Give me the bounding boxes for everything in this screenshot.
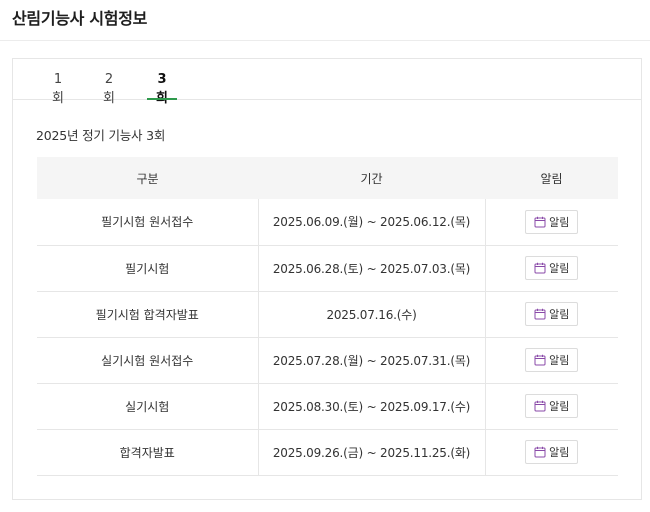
row-period: 2025.06.09.(월) ~ 2025.06.12.(목) (257, 199, 485, 246)
alarm-button[interactable]: 알림 (525, 440, 579, 464)
row-period: 2025.08.30.(토) ~ 2025.09.17.(수) (257, 383, 485, 430)
row-category: 필기시험 (37, 245, 258, 292)
alarm-label: 알림 (549, 446, 570, 459)
row-alarm-cell: 알림 (484, 383, 618, 430)
alarm-button[interactable]: 알림 (525, 302, 579, 326)
alarm-label: 알림 (549, 400, 570, 413)
alarm-button[interactable]: 알림 (525, 394, 579, 418)
alarm-label: 알림 (549, 262, 570, 275)
exam-info-card: 1회 2회 3회 2025년 정기 기능사 3회 구분 기간 알림 필기시험 원… (12, 58, 642, 500)
row-period: 2025.07.16.(수) (257, 291, 485, 338)
row-period: 2025.07.28.(월) ~ 2025.07.31.(목) (257, 337, 485, 384)
calendar-icon (534, 446, 546, 458)
row-alarm-cell: 알림 (484, 337, 618, 384)
calendar-icon (534, 308, 546, 320)
header-period: 기간 (258, 157, 485, 199)
alarm-button[interactable]: 알림 (525, 256, 579, 280)
header-alarm: 알림 (485, 157, 618, 199)
tab-round-3[interactable]: 3회 (147, 72, 177, 106)
page-header: 산림기능사 시험정보 (0, 0, 650, 41)
row-category: 필기시험 합격자발표 (37, 291, 258, 338)
schedule-body: 필기시험 원서접수 2025.06.09.(월) ~ 2025.06.12.(목… (37, 199, 618, 476)
alarm-label: 알림 (549, 354, 570, 367)
row-category: 실기시험 (37, 383, 258, 430)
row-alarm-cell: 알림 (484, 199, 618, 246)
table-row: 실기시험 2025.08.30.(토) ~ 2025.09.17.(수) 알림 (37, 383, 618, 430)
calendar-icon (534, 262, 546, 274)
row-alarm-cell: 알림 (484, 429, 618, 476)
tab-round-2[interactable]: 2회 (99, 72, 119, 106)
calendar-icon (534, 216, 546, 228)
calendar-icon (534, 400, 546, 412)
schedule-table: 구분 기간 알림 필기시험 원서접수 2025.06.09.(월) ~ 2025… (37, 157, 618, 476)
calendar-icon (534, 354, 546, 366)
table-row: 실기시험 원서접수 2025.07.28.(월) ~ 2025.07.31.(목… (37, 337, 618, 384)
round-tabs: 1회 2회 3회 (13, 59, 641, 106)
table-row: 필기시험 합격자발표 2025.07.16.(수) 알림 (37, 291, 618, 338)
row-category: 필기시험 원서접수 (37, 199, 258, 246)
header-category: 구분 (37, 157, 258, 199)
alarm-label: 알림 (549, 215, 570, 229)
alarm-label: 알림 (549, 308, 570, 321)
tab-round-1[interactable]: 1회 (48, 72, 68, 106)
table-row: 필기시험 2025.06.28.(토) ~ 2025.07.03.(목) 알림 (37, 245, 618, 292)
row-alarm-cell: 알림 (484, 245, 618, 292)
section-title: 2025년 정기 기능사 3회 (36, 128, 166, 143)
row-category: 합격자발표 (37, 429, 258, 476)
alarm-button[interactable]: 알림 (525, 209, 579, 234)
table-row: 필기시험 원서접수 2025.06.09.(월) ~ 2025.06.12.(목… (37, 199, 618, 246)
table-header-row: 구분 기간 알림 (37, 157, 618, 199)
row-period: 2025.09.26.(금) ~ 2025.11.25.(화) (257, 429, 485, 476)
page-title: 산림기능사 시험정보 (12, 9, 148, 28)
row-alarm-cell: 알림 (484, 291, 618, 338)
alarm-button[interactable]: 알림 (525, 348, 579, 372)
row-category: 실기시험 원서접수 (37, 337, 258, 384)
table-row: 합격자발표 2025.09.26.(금) ~ 2025.11.25.(화) 알림 (37, 429, 618, 476)
row-period: 2025.06.28.(토) ~ 2025.07.03.(목) (257, 245, 485, 292)
